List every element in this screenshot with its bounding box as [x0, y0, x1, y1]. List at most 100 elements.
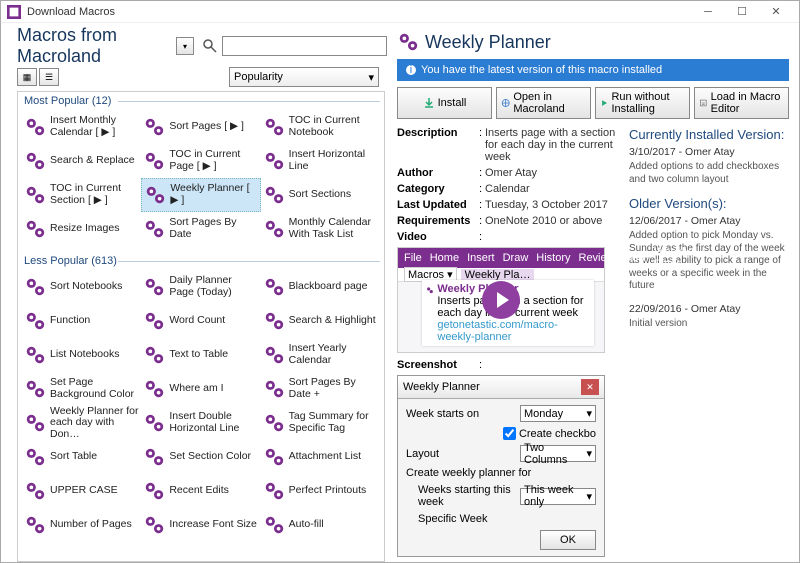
dlg-layout-select[interactable]: Two Columns▾ — [520, 445, 596, 462]
open-macroland-button[interactable]: Open in Macroland — [496, 87, 591, 119]
gear-icon — [24, 378, 46, 400]
version-banner: i You have the latest version of this ma… — [397, 59, 789, 81]
macro-item[interactable]: Insert Horizontal Line — [261, 144, 380, 178]
macro-item[interactable]: Increase Font Size — [141, 508, 260, 542]
dlg-title: Weekly Planner — [403, 381, 480, 393]
macro-item[interactable]: Sort Pages By Date — [141, 212, 260, 246]
gear-icon — [143, 218, 165, 240]
app-icon — [7, 5, 21, 19]
chevron-down-icon: ▾ — [368, 71, 374, 84]
macro-label: Set Page Background Color — [50, 377, 139, 400]
macro-item[interactable]: Sort Notebooks — [22, 270, 141, 304]
macro-item[interactable]: Sort Pages By Date + — [261, 372, 380, 406]
macro-label: Sort Table — [50, 451, 97, 463]
macro-label: Sort Pages By Date + — [289, 377, 378, 400]
macro-item[interactable]: TOC in Current Page [ ▶ ] — [141, 144, 260, 178]
macro-item[interactable]: Daily Planner Page (Today) — [141, 270, 260, 304]
group-less-popular[interactable]: Less Popular (613) — [18, 252, 384, 270]
macro-list[interactable]: Most Popular (12) Insert Monthly Calenda… — [17, 91, 385, 562]
gear-icon — [263, 276, 285, 298]
macro-label: List Notebooks — [50, 349, 119, 361]
macro-item[interactable]: Search & Highlight — [261, 304, 380, 338]
macro-label: Insert Horizontal Line — [289, 149, 378, 172]
prop-req-k: Requirements — [397, 215, 479, 227]
macro-item[interactable]: Resize Images — [22, 212, 141, 246]
macro-item[interactable]: Search & Replace — [22, 144, 141, 178]
macro-item[interactable]: Insert Double Horizontal Line — [141, 406, 260, 440]
older-heading: Older Version(s): — [629, 196, 789, 211]
dlg-weeks-this-k: Weeks starting this week — [418, 484, 520, 508]
window-title: Download Macros — [27, 6, 691, 18]
macro-item[interactable]: TOC in Current Notebook — [261, 110, 380, 144]
run-button[interactable]: Run without Installing — [595, 87, 690, 119]
source-dropdown[interactable]: ▾ — [176, 37, 194, 55]
close-button[interactable]: ✕ — [759, 2, 793, 22]
gear-icon — [143, 150, 165, 172]
macro-item[interactable]: Number of Pages — [22, 508, 141, 542]
macro-item[interactable]: Word Count — [141, 304, 260, 338]
gear-icon — [24, 276, 46, 298]
macro-item[interactable]: Set Page Background Color — [22, 372, 141, 406]
macro-label: Sort Sections — [289, 189, 351, 201]
play-button[interactable] — [482, 281, 520, 319]
macro-label: Weekly Planner for each day with Don… — [50, 406, 139, 441]
macro-item[interactable]: Sort Table — [22, 440, 141, 474]
macro-item[interactable]: Auto-fill — [261, 508, 380, 542]
macro-label: Insert Double Horizontal Line — [169, 411, 258, 434]
load-editor-button[interactable]: Load in Macro Editor — [694, 87, 789, 119]
prop-vid-k: Video — [397, 231, 479, 243]
search-input[interactable] — [222, 36, 387, 56]
macro-label: Insert Yearly Calendar — [289, 343, 378, 366]
macro-item[interactable]: Insert Yearly Calendar — [261, 338, 380, 372]
dlg-weeks-this-select[interactable]: This week only▾ — [520, 488, 596, 505]
view-list-button[interactable]: ☰ — [39, 68, 59, 86]
macro-item[interactable]: Text to Table — [141, 338, 260, 372]
sort-dropdown[interactable]: Popularity▾ — [229, 67, 379, 87]
install-button[interactable]: Install — [397, 87, 492, 119]
macro-label: Word Count — [169, 315, 225, 327]
macro-item[interactable]: Recent Edits — [141, 474, 260, 508]
macro-label: Weekly Planner [ ▶ ] — [170, 183, 257, 206]
minimize-button[interactable]: ─ — [691, 2, 725, 22]
ribbon-tab: Review — [579, 252, 615, 264]
maximize-button[interactable]: ☐ — [725, 2, 759, 22]
gear-icon — [263, 344, 285, 366]
group-most-popular[interactable]: Most Popular (12) — [18, 92, 384, 110]
macro-item[interactable]: Where am I — [141, 372, 260, 406]
macro-item[interactable]: List Notebooks — [22, 338, 141, 372]
macro-item[interactable]: Weekly Planner [ ▶ ] — [141, 178, 260, 212]
macro-item[interactable]: Monthly Calendar With Task List — [261, 212, 380, 246]
prop-desc-k: Description — [397, 127, 479, 163]
dlg-ok-button[interactable]: OK — [540, 530, 596, 550]
prop-cat-k: Category — [397, 183, 479, 195]
macro-item[interactable]: Function — [22, 304, 141, 338]
dlg-close-icon[interactable]: ✕ — [581, 379, 599, 395]
screenshot-dialog: Weekly Planner✕ Week starts onMonday▾ Cr… — [397, 375, 605, 557]
dlg-week-starts-select[interactable]: Monday▾ — [520, 405, 596, 422]
gear-icon — [263, 514, 285, 536]
macro-item[interactable]: Blackboard page — [261, 270, 380, 304]
macro-item[interactable]: Insert Monthly Calendar [ ▶ ] — [22, 110, 141, 144]
macro-item[interactable]: Sort Sections — [261, 178, 380, 212]
macro-item[interactable]: TOC in Current Section [ ▶ ] — [22, 178, 141, 212]
installed-heading: Currently Installed Version: — [629, 127, 789, 142]
macro-label: Blackboard page — [289, 281, 368, 293]
play-icon — [600, 97, 608, 109]
gear-icon — [263, 150, 285, 172]
gear-icon — [263, 378, 285, 400]
video-preview[interactable]: FileHomeInsertDrawHistoryReviewViewWeekl… — [397, 247, 605, 353]
macro-item[interactable]: Attachment List — [261, 440, 380, 474]
gear-icon — [24, 310, 46, 332]
macro-item[interactable]: Weekly Planner for each day with Don… — [22, 406, 141, 440]
dlg-week-starts-k: Week starts on — [406, 408, 520, 420]
dlg-checkbox[interactable] — [503, 427, 516, 440]
macro-item[interactable]: Tag Summary for Specific Tag — [261, 406, 380, 440]
macro-item[interactable]: UPPER CASE — [22, 474, 141, 508]
view-grid-button[interactable]: ▦ — [17, 68, 37, 86]
macro-item[interactable]: Sort Pages [ ▶ ] — [141, 110, 260, 144]
gear-icon — [143, 446, 165, 468]
macro-label: Set Section Color — [169, 451, 251, 463]
info-icon: i — [405, 64, 417, 76]
macro-item[interactable]: Set Section Color — [141, 440, 260, 474]
macro-item[interactable]: Perfect Printouts — [261, 474, 380, 508]
